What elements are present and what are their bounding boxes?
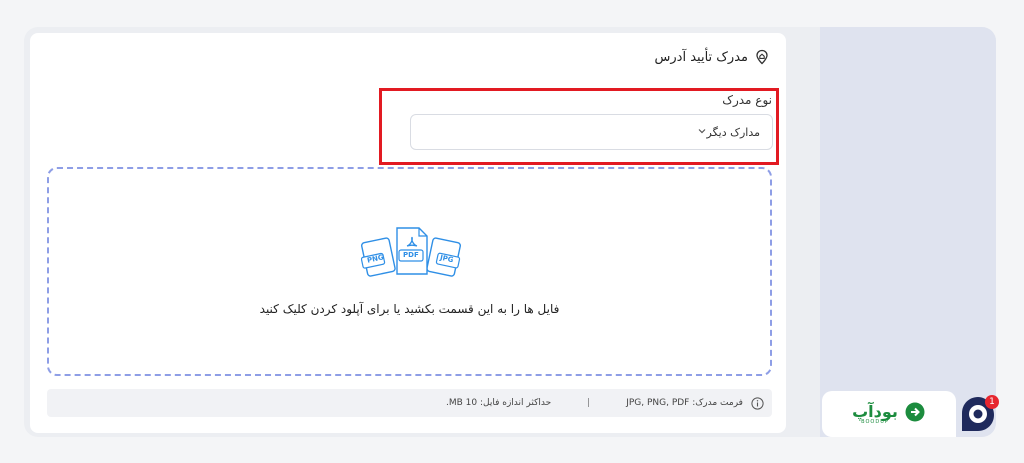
max-file-size: حداکثر اندازه فایل: 10 MB. xyxy=(445,398,552,408)
location-pin-icon xyxy=(754,49,770,65)
info-icon xyxy=(751,396,764,410)
side-panel xyxy=(820,27,996,437)
brand-sub: BOODUP xyxy=(861,418,889,425)
info-separator: | xyxy=(587,398,591,408)
section-title-text: مدرک تأیید آدرس xyxy=(654,49,748,65)
file-dropzone[interactable]: PNG PDF JPG فایل ها را به این قسمت بکشید… xyxy=(47,167,772,376)
brand-logo: بودآپ BOODUP xyxy=(822,391,956,437)
allowed-formats: فرمت مدرک: JPG, PNG, PDF xyxy=(626,398,743,408)
pdf-badge: PDF xyxy=(403,251,419,259)
file-info-bar: فرمت مدرک: JPG, PNG, PDF | حداکثر اندازه… xyxy=(47,389,772,417)
brand-name: بودآپ xyxy=(852,401,898,421)
address-proof-card: مدرک تأیید آدرس نوع مدرک مدارک دیگر PNG … xyxy=(30,33,786,433)
highlight-box xyxy=(379,88,779,165)
file-types-illustration: PNG PDF JPG xyxy=(360,224,461,282)
chat-notification-badge: 1 xyxy=(985,395,999,409)
dropzone-instruction: فایل ها را به این قسمت بکشید یا برای آپل… xyxy=(259,302,560,316)
brand-mark-icon xyxy=(904,401,926,427)
section-title: مدرک تأیید آدرس xyxy=(655,49,770,65)
